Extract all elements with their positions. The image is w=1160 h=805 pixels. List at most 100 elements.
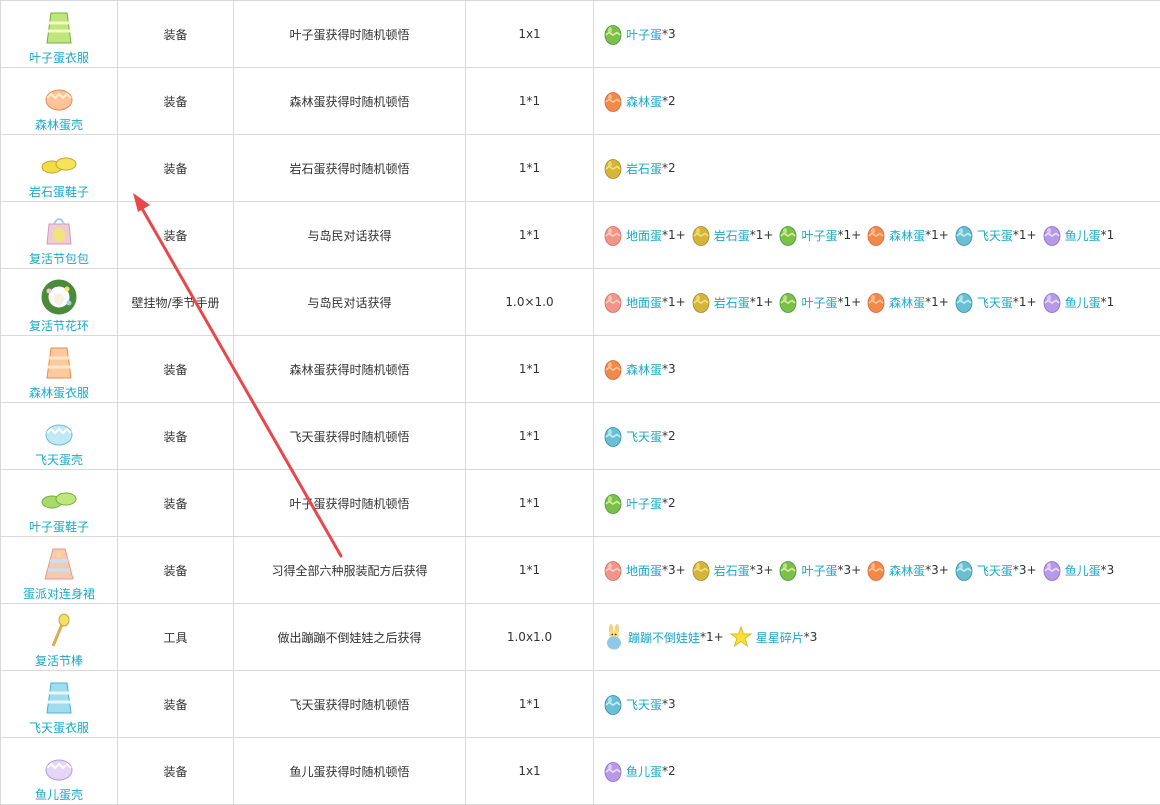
material-item: 岩石蛋*2 [604,157,676,179]
material-item: 鱼儿蛋*2 [604,760,676,782]
material-link[interactable]: 叶子蛋 [626,26,662,43]
easter-wreath-icon[interactable] [39,277,79,315]
forest-egg-icon [867,224,889,246]
rock-egg-shoes-icon[interactable] [39,143,79,181]
material-link[interactable]: 岩石蛋 [714,227,750,244]
material-quantity: *3+ [925,563,949,577]
material-item: 叶子蛋*1+ [779,291,861,313]
leaf-egg-shoes-icon[interactable] [39,478,79,516]
bunny-tumbler-icon [604,624,628,650]
material-quantity: *3+ [750,563,774,577]
sky-egg-outfit-icon[interactable] [39,679,79,717]
materials-cell: 地面蛋*1+岩石蛋*1+叶子蛋*1+森林蛋*1+飞天蛋*1+鱼儿蛋*1 [594,269,1160,336]
item-name-link[interactable]: 蛋派对连身裙 [1,587,117,601]
material-link[interactable]: 鱼儿蛋 [1065,294,1101,311]
easter-wand-icon[interactable] [39,612,79,650]
material-item: 叶子蛋*1+ [779,224,861,246]
material-link[interactable]: 森林蛋 [626,361,662,378]
material-link[interactable]: 岩石蛋 [714,294,750,311]
material-link[interactable]: 森林蛋 [626,93,662,110]
item-name-link[interactable]: 飞天蛋壳 [1,453,117,467]
item-name-link[interactable]: 复活节棒 [1,654,117,668]
material-quantity: *3+ [662,563,686,577]
water-egg-shell-icon[interactable] [39,746,79,784]
egg-party-dress-icon[interactable] [39,545,79,583]
material-link[interactable]: 飞天蛋 [977,227,1013,244]
material-link[interactable]: 地面蛋 [626,562,662,579]
table-row: 蛋派对连身裙装备习得全部六种服装配方后获得1*1地面蛋*3+岩石蛋*3+叶子蛋*… [1,537,1160,604]
item-name-link[interactable]: 鱼儿蛋壳 [1,788,117,802]
material-link[interactable]: 叶子蛋 [801,562,837,579]
material-link[interactable]: 森林蛋 [889,562,925,579]
material-item: 飞天蛋*3+ [955,559,1037,581]
item-name-link[interactable]: 飞天蛋衣服 [1,721,117,735]
material-link[interactable]: 森林蛋 [889,294,925,311]
material-link[interactable]: 岩石蛋 [626,160,662,177]
material-quantity: *3 [1101,563,1115,577]
material-link[interactable]: 叶子蛋 [801,227,837,244]
item-name-link[interactable]: 复活节花环 [1,319,117,333]
material-link[interactable]: 鱼儿蛋 [1065,227,1101,244]
material-link[interactable]: 飞天蛋 [977,294,1013,311]
material-link[interactable]: 地面蛋 [626,294,662,311]
item-name-link[interactable]: 复活节包包 [1,252,117,266]
material-link[interactable]: 叶子蛋 [626,495,662,512]
material-quantity: *1+ [837,228,861,242]
table-row: 森林蛋壳装备森林蛋获得时随机顿悟1*1森林蛋*2 [1,68,1160,135]
material-item: 飞天蛋*2 [604,425,676,447]
materials-cell: 地面蛋*3+岩石蛋*3+叶子蛋*3+森林蛋*3+飞天蛋*3+鱼儿蛋*3 [594,537,1160,604]
material-quantity: *1+ [925,228,949,242]
material-quantity: *1+ [750,228,774,242]
item-type: 装备 [118,671,234,738]
material-item: 岩石蛋*1+ [692,224,774,246]
sky-egg-icon [955,291,977,313]
material-link[interactable]: 星星碎片 [756,629,804,646]
leaf-egg-icon [604,23,626,45]
material-link[interactable]: 飞天蛋 [626,428,662,445]
material-link[interactable]: 鱼儿蛋 [626,763,662,780]
forest-egg-icon [867,291,889,313]
item-name-link[interactable]: 叶子蛋衣服 [1,51,117,65]
forest-egg-icon [867,559,889,581]
item-name-link[interactable]: 森林蛋壳 [1,118,117,132]
sky-egg-shell-icon[interactable] [39,411,79,449]
material-link[interactable]: 飞天蛋 [977,562,1013,579]
table-row: 鱼儿蛋壳装备鱼儿蛋获得时随机顿悟1x1鱼儿蛋*2 [1,738,1160,805]
material-item: 叶子蛋*2 [604,492,676,514]
material-quantity: *3 [662,362,676,376]
item-cell: 飞天蛋壳 [1,403,118,470]
item-size: 1x1 [466,1,594,68]
forest-egg-icon [604,358,626,380]
easter-bag-icon[interactable] [39,210,79,248]
leaf-egg-outfit-icon[interactable] [39,9,79,47]
material-quantity: *1+ [662,295,686,309]
material-item: 岩石蛋*1+ [692,291,774,313]
sky-egg-icon [604,693,626,715]
earth-egg-icon [604,559,626,581]
material-link[interactable]: 岩石蛋 [714,562,750,579]
item-name-link[interactable]: 森林蛋衣服 [1,386,117,400]
item-type: 装备 [118,135,234,202]
materials-cell: 地面蛋*1+岩石蛋*1+叶子蛋*1+森林蛋*1+飞天蛋*1+鱼儿蛋*1 [594,202,1160,269]
item-size: 1.0×1.0 [466,269,594,336]
item-type: 装备 [118,403,234,470]
item-name-link[interactable]: 岩石蛋鞋子 [1,185,117,199]
table-row: 叶子蛋鞋子装备叶子蛋获得时随机顿悟1*1叶子蛋*2 [1,470,1160,537]
star-fragment-icon [730,626,756,648]
material-item: 鱼儿蛋*3 [1043,559,1115,581]
sky-egg-icon [604,425,626,447]
material-item: 森林蛋*1+ [867,291,949,313]
material-link[interactable]: 飞天蛋 [626,696,662,713]
item-name-link[interactable]: 叶子蛋鞋子 [1,520,117,534]
material-link[interactable]: 森林蛋 [889,227,925,244]
material-quantity: *1+ [1013,228,1037,242]
forest-egg-shell-icon[interactable] [39,76,79,114]
material-link[interactable]: 鱼儿蛋 [1065,562,1101,579]
material-quantity: *1+ [700,630,724,644]
table-row: 复活节花环壁挂物/季节手册与岛民对话获得1.0×1.0地面蛋*1+岩石蛋*1+叶… [1,269,1160,336]
forest-egg-outfit-icon[interactable] [39,344,79,382]
item-cell: 复活节花环 [1,269,118,336]
material-link[interactable]: 地面蛋 [626,227,662,244]
material-link[interactable]: 蹦蹦不倒娃娃 [628,629,700,646]
material-link[interactable]: 叶子蛋 [801,294,837,311]
